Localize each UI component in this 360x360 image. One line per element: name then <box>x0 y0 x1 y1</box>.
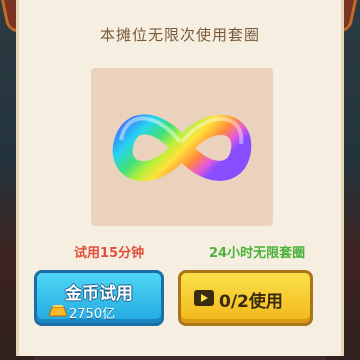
trial-duration-label: 试用15分钟 <box>74 246 145 261</box>
video-use-button[interactable]: 0/2使用 <box>178 270 313 326</box>
video-duration-label: 24小时无限套圈 <box>209 246 306 261</box>
gold-bar-icon <box>49 305 67 317</box>
video-use-count: 0/2使用 <box>219 292 283 312</box>
video-play-icon <box>194 290 214 306</box>
coin-cost: 2750亿 <box>69 307 116 322</box>
rainbow-infinity-ring-icon <box>112 114 252 182</box>
coin-trial-button-label: 金币试用 <box>65 284 133 304</box>
dialog-title: 本摊位无限次使用套圈 <box>99 26 260 44</box>
item-image-box <box>91 68 273 226</box>
coin-trial-button[interactable]: 金币试用 2750亿 <box>34 270 164 326</box>
